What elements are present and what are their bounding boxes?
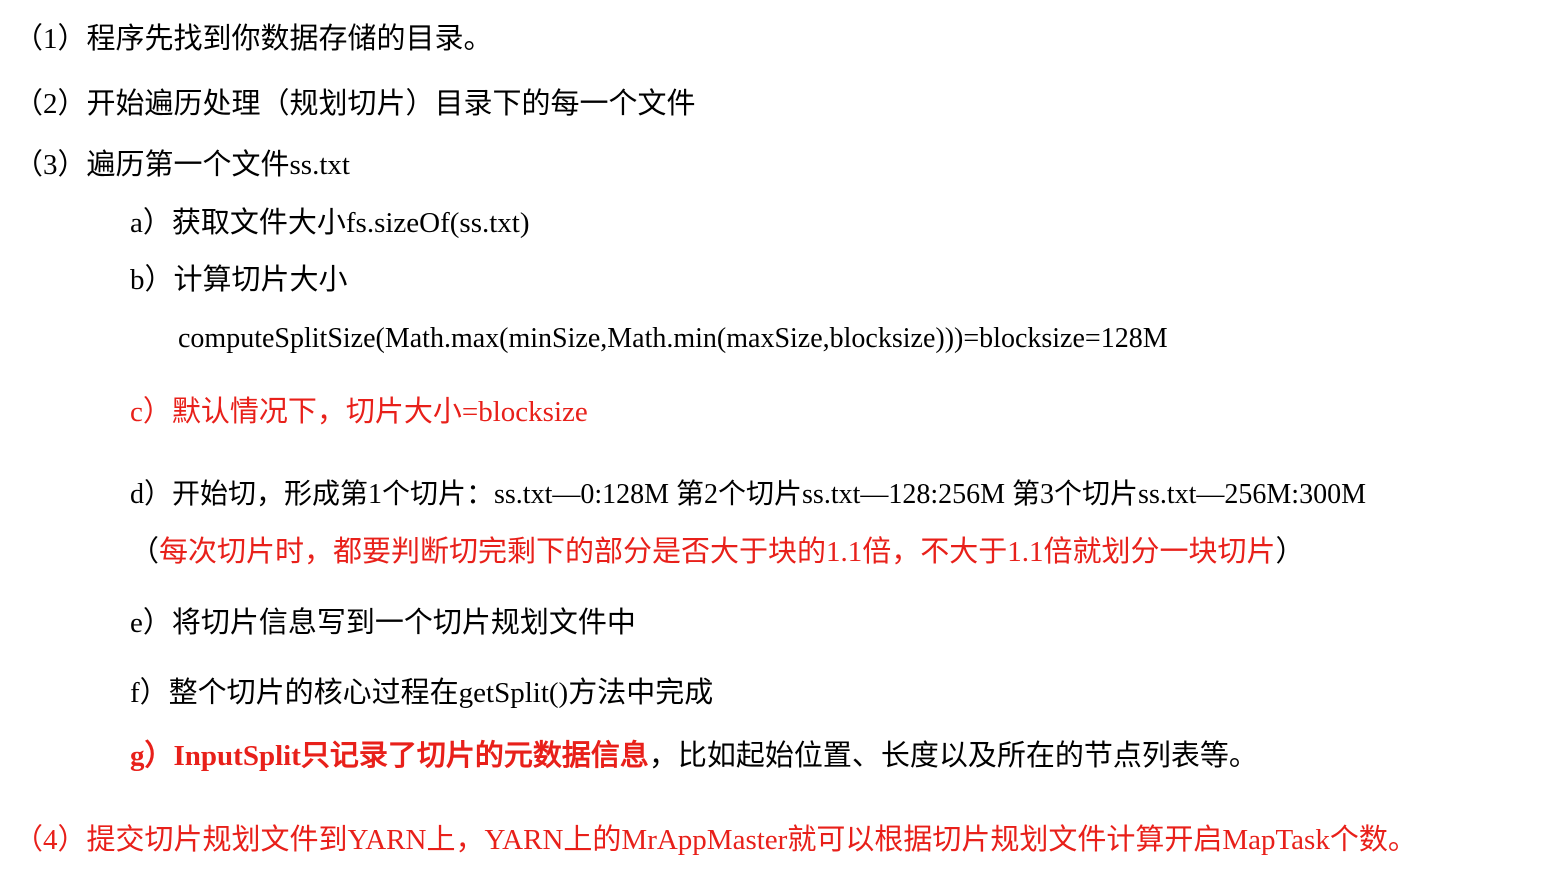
substep-b: b）计算切片大小 bbox=[130, 264, 348, 296]
note-close-paren: ） bbox=[1275, 536, 1305, 568]
substep-d: d）开始切，形成第1个切片：ss.txt—0:128M 第2个切片ss.txt—… bbox=[130, 479, 1366, 510]
substep-d-note: （每次切片时，都要判断切完剩下的部分是否大于块的1.1倍，不大于1.1倍就划分一… bbox=[130, 534, 1305, 570]
split-size-formula: computeSplitSize(Math.max(minSize,Math.m… bbox=[178, 323, 1168, 354]
substep-a: a）获取文件大小fs.sizeOf(ss.txt) bbox=[130, 207, 530, 239]
step-3: （3）遍历第一个文件ss.txt bbox=[14, 149, 350, 181]
step-2: （2）开始遍历处理（规划切片）目录下的每一个文件 bbox=[14, 88, 696, 120]
substep-e: e）将切片信息写到一个切片规划文件中 bbox=[130, 607, 636, 639]
note-text: 每次切片时，都要判断切完剩下的部分是否大于块的1.1倍，不大于1.1倍就划分一块… bbox=[159, 536, 1276, 568]
substep-g: g）InputSplit只记录了切片的元数据信息，比如起始位置、长度以及所在的节… bbox=[130, 738, 1258, 774]
substep-c: c）默认情况下，切片大小=blocksize bbox=[130, 396, 588, 428]
note-open-paren: （ bbox=[130, 536, 160, 568]
step-4: （4）提交切片规划文件到YARN上，YARN上的MrAppMaster就可以根据… bbox=[14, 824, 1417, 856]
substep-g-highlight: g）InputSplit只记录了切片的元数据信息 bbox=[130, 740, 649, 772]
substep-f: f）整个切片的核心过程在getSplit()方法中完成 bbox=[130, 677, 714, 709]
substep-g-rest: ，比如起始位置、长度以及所在的节点列表等。 bbox=[648, 740, 1258, 772]
step-1: （1）程序先找到你数据存储的目录。 bbox=[14, 23, 493, 55]
